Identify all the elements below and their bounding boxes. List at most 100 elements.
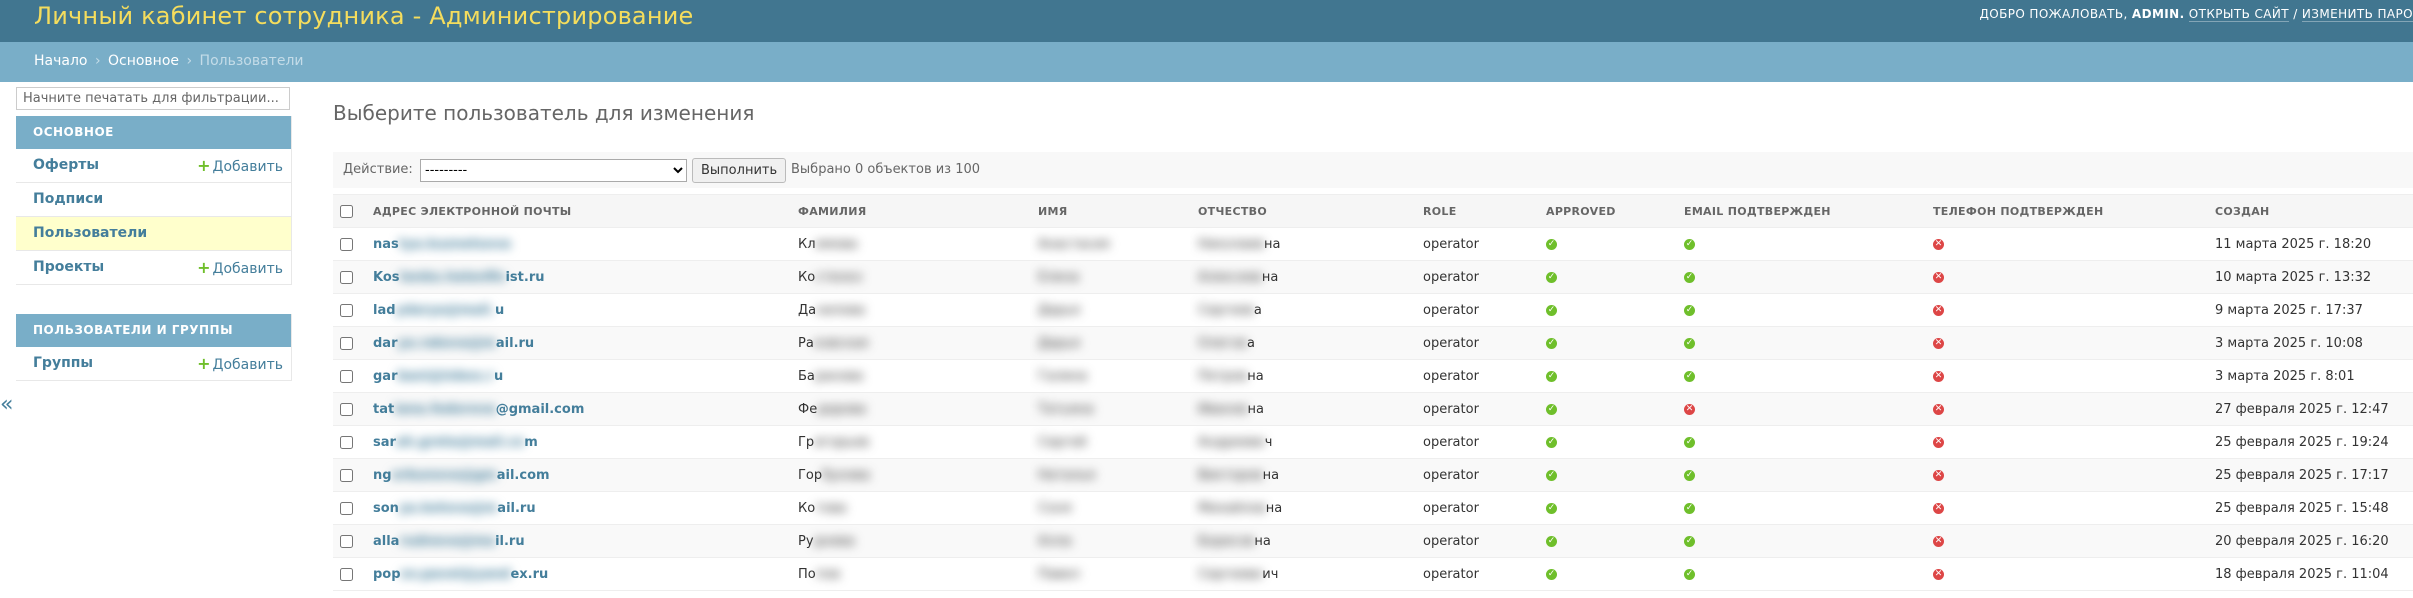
cross-icon: ✕ [1933,502,1944,514]
column-header-last-name[interactable]: Фамилия [790,194,1030,228]
row-checkbox[interactable] [340,270,353,284]
row-checkbox[interactable] [340,468,353,482]
last-name-start: Да [798,302,817,318]
table-row: ngorbunova@gmail.com Горбунова Наталья Викт… [333,458,2413,492]
breadcrumb-home[interactable]: Начало [34,53,87,69]
email-redacted: ah.greta@mail.co [395,434,525,450]
row-checkbox[interactable] [340,336,353,350]
sidebar-item-groups-link[interactable]: Группы [33,347,93,380]
email-confirmed-cell: ✕ [1676,392,1925,426]
last-name-redacted: стенко [815,269,863,285]
middle-name-end: а [1253,302,1262,318]
email-cell: Kostenko.helenfinist.ru [365,260,790,294]
module-caption-auth[interactable]: Пользователи и группы [16,314,291,347]
user-email-link[interactable]: ngorbunova@gmail.com [373,468,550,483]
row-checkbox[interactable] [340,237,353,251]
phone-confirmed-cell: ✕ [1925,359,2207,393]
role-cell: operator [1415,524,1538,558]
check-icon: ✓ [1684,535,1695,547]
user-email-link[interactable]: sarah.greta@mail.com [373,435,538,450]
module-caption-main[interactable]: Основное [16,116,291,149]
created-cell: 3 марта 2025 г. 10:08 [2207,326,2413,360]
column-header-middle-name[interactable]: Отчество [1190,194,1415,228]
middle-name-cell: Николаевна [1190,227,1415,261]
row-checkbox[interactable] [340,369,353,383]
check-icon: ✓ [1546,337,1557,349]
user-email-link[interactable]: nastya.kuznetsova [373,237,511,252]
row-checkbox[interactable] [340,435,353,449]
user-email-link[interactable]: garbani@inbox.ru [373,369,503,384]
cross-icon: ✕ [1933,304,1944,316]
row-checkbox[interactable] [340,501,353,515]
sidebar-filter-input[interactable] [16,87,290,110]
add-group-link[interactable]: + Добавить [197,347,283,382]
row-checkbox[interactable] [340,534,353,548]
first-name-cell: Дарья [1030,293,1190,327]
first-name-cell: Соня [1030,491,1190,525]
site-title[interactable]: Личный кабинет сотрудника - Администриро… [34,2,694,30]
sidebar-item-groups: Группы + Добавить [16,347,291,381]
select-all-checkbox[interactable] [340,204,353,218]
column-header-created[interactable]: Создан [2207,194,2413,228]
row-checkbox[interactable] [340,567,353,581]
user-email-link[interactable]: darya.rakova@mail.ru [373,336,534,351]
table-row: darya.rakova@mail.ru Раковская Дарья Олегов… [333,326,2413,360]
email-cell: sonya.kotova@mail.ru [365,491,790,525]
column-header-first-name[interactable]: Имя [1030,194,1190,228]
row-select-cell [333,524,365,558]
breadcrumb-app[interactable]: Основное [108,53,179,69]
middle-name-redacted: Олегов [1198,335,1247,351]
last-name-cell: Руднева [790,524,1030,558]
email-start: nas [373,236,399,252]
column-header-email-confirmed[interactable]: Email подтвержден [1676,194,1925,228]
sidebar-item-offers-link[interactable]: Оферты [33,149,99,182]
row-checkbox[interactable] [340,303,353,317]
sidebar-item-projects-link[interactable]: Проекты [33,251,104,284]
user-email-link[interactable]: allarudneva@mail.ru [373,534,525,549]
last-name-cell: Попов [790,557,1030,591]
user-email-link[interactable]: ladydarya@mail.u [373,303,504,318]
user-email-link[interactable]: sonya.kotova@mail.ru [373,501,536,516]
row-checkbox[interactable] [340,402,353,416]
email-start: pop [373,566,401,582]
add-offer-link[interactable]: + Добавить [197,149,283,184]
change-password-link[interactable]: ИЗМЕНИТЬ ПАРО [2301,7,2413,22]
check-icon: ✓ [1546,535,1557,547]
welcome-text: ДОБРО ПОЖАЛОВАТЬ, [1979,7,2128,21]
column-header-approved[interactable]: Approved [1538,194,1676,228]
action-select[interactable]: --------- [420,159,687,182]
sidebar-item-signatures-link[interactable]: Подписи [33,183,103,216]
run-action-button[interactable]: Выполнить [692,158,787,183]
toggle-sidebar-button[interactable]: « [0,392,13,417]
approved-cell: ✓ [1538,491,1676,525]
role-cell: operator [1415,557,1538,591]
user-email-link[interactable]: popov.pavel@yandex.ru [373,567,548,582]
column-header-phone-confirmed[interactable]: Телефон подтвержден [1925,194,2207,228]
last-name-cell: Котова [790,491,1030,525]
add-group-label: Добавить [212,357,283,373]
email-end: ail.ru [497,500,536,516]
user-email-link[interactable]: tatiana.fedorova@gmail.com [373,402,584,417]
created-cell: 27 февраля 2025 г. 12:47 [2207,392,2413,426]
sidebar-item-users-link[interactable]: Пользователи [33,217,147,250]
add-offer-label: Добавить [212,159,283,175]
last-name-redacted: дорова [817,401,866,417]
plus-icon: + [197,258,211,277]
last-name-redacted: това [815,500,847,516]
last-name-start: Ра [798,335,814,351]
add-project-link[interactable]: + Добавить [197,251,283,286]
middle-name-redacted: Петров [1198,368,1248,384]
last-name-redacted: имова [815,236,858,252]
last-name-start: Ко [798,500,816,516]
user-email-link[interactable]: Kostenko.helenfinist.ru [373,270,544,285]
middle-name-redacted: Сергееви [1198,566,1263,582]
middle-name-end: на [1247,368,1264,384]
first-name-cell: Сергей [1030,425,1190,459]
middle-name-redacted: Иванов [1198,401,1248,417]
view-site-link[interactable]: ОТКРЫТЬ САЙТ [2188,7,2289,22]
row-select-cell [333,293,365,327]
column-header-role[interactable]: Role [1415,194,1538,228]
phone-confirmed-cell: ✕ [1925,227,2207,261]
row-select-cell [333,557,365,591]
column-header-email[interactable]: Адрес электронной почты [365,194,790,228]
